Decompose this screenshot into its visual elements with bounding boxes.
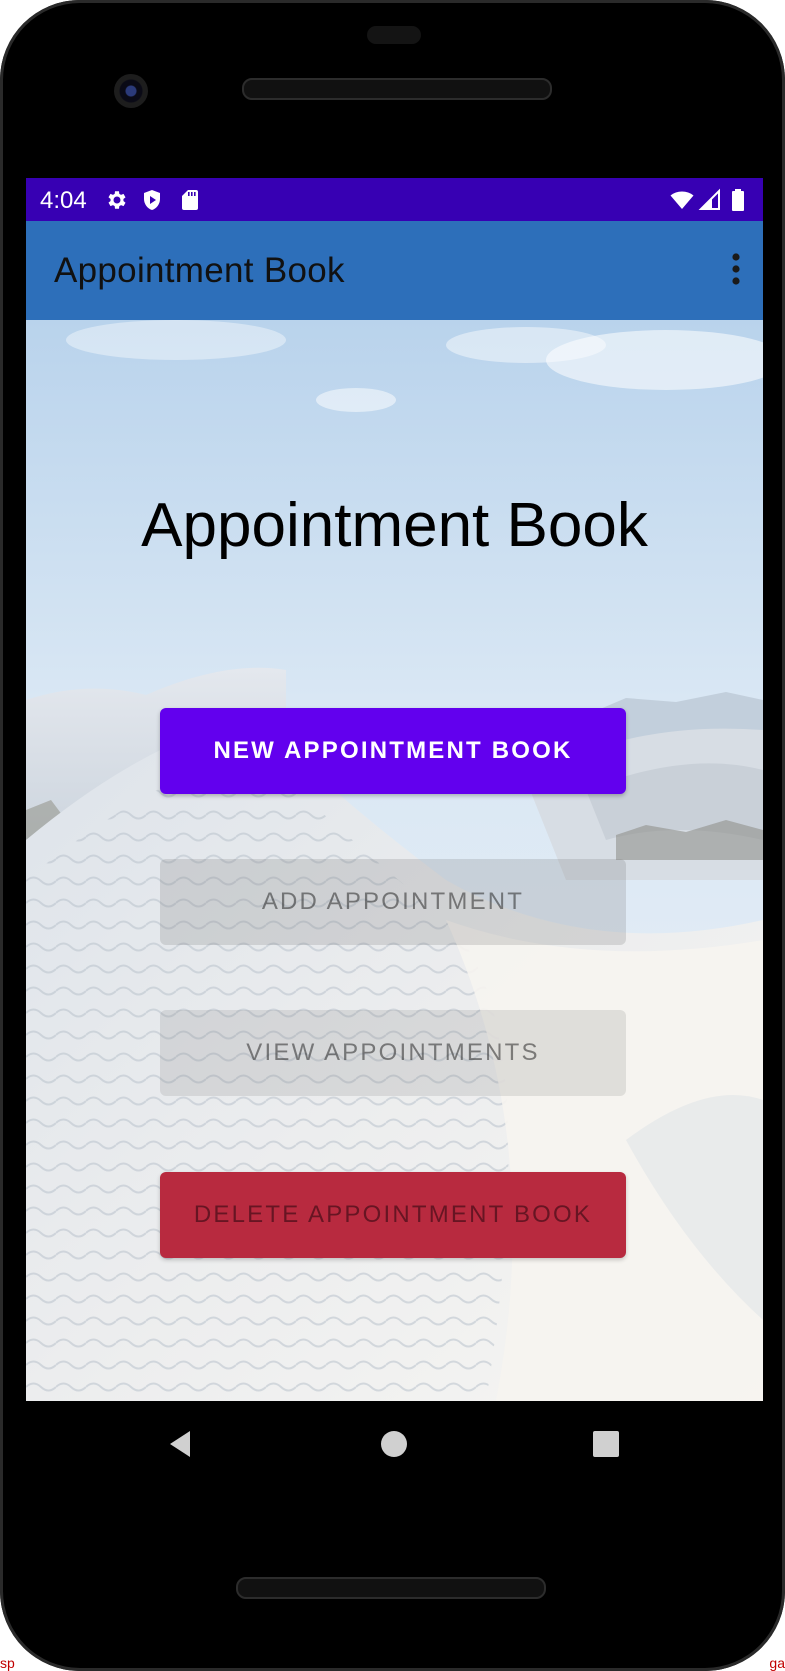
top-speaker	[242, 78, 552, 100]
main-content: Appointment Book NEW APPOINTMENT BOOK AD…	[26, 320, 763, 1401]
corner-text-left: sp	[0, 1655, 15, 1671]
wifi-icon	[670, 191, 694, 209]
new-appointment-book-button[interactable]: NEW APPOINTMENT BOOK	[160, 708, 626, 794]
front-camera	[114, 74, 148, 108]
device-frame: 4:04 Appointment Book Appointment Book N…	[0, 0, 785, 1671]
app-screen: 4:04 Appointment Book Appointment Book N…	[26, 178, 763, 1401]
home-icon[interactable]	[377, 1427, 411, 1461]
more-vert-icon[interactable]	[716, 249, 756, 289]
recents-icon[interactable]	[589, 1427, 623, 1461]
sd-card-icon	[182, 190, 198, 210]
signal-icon	[698, 188, 720, 210]
gear-icon	[108, 191, 126, 209]
status-bar: 4:04	[26, 178, 763, 221]
app-bar: Appointment Book	[26, 221, 763, 320]
bottom-speaker	[236, 1577, 546, 1599]
shield-play-icon	[144, 190, 160, 210]
status-time: 4:04	[40, 187, 87, 214]
back-icon[interactable]	[164, 1427, 198, 1461]
corner-text-right: ga	[769, 1655, 785, 1671]
navigation-bar	[26, 1401, 763, 1487]
earpiece	[367, 26, 421, 44]
delete-appointment-book-button[interactable]: DELETE APPOINTMENT BOOK	[160, 1172, 626, 1258]
app-bar-title: Appointment Book	[54, 251, 345, 290]
add-appointment-button[interactable]: ADD APPOINTMENT	[160, 859, 626, 945]
battery-icon	[732, 189, 744, 211]
view-appointments-button[interactable]: VIEW APPOINTMENTS	[160, 1010, 626, 1096]
main-title: Appointment Book	[141, 491, 648, 560]
